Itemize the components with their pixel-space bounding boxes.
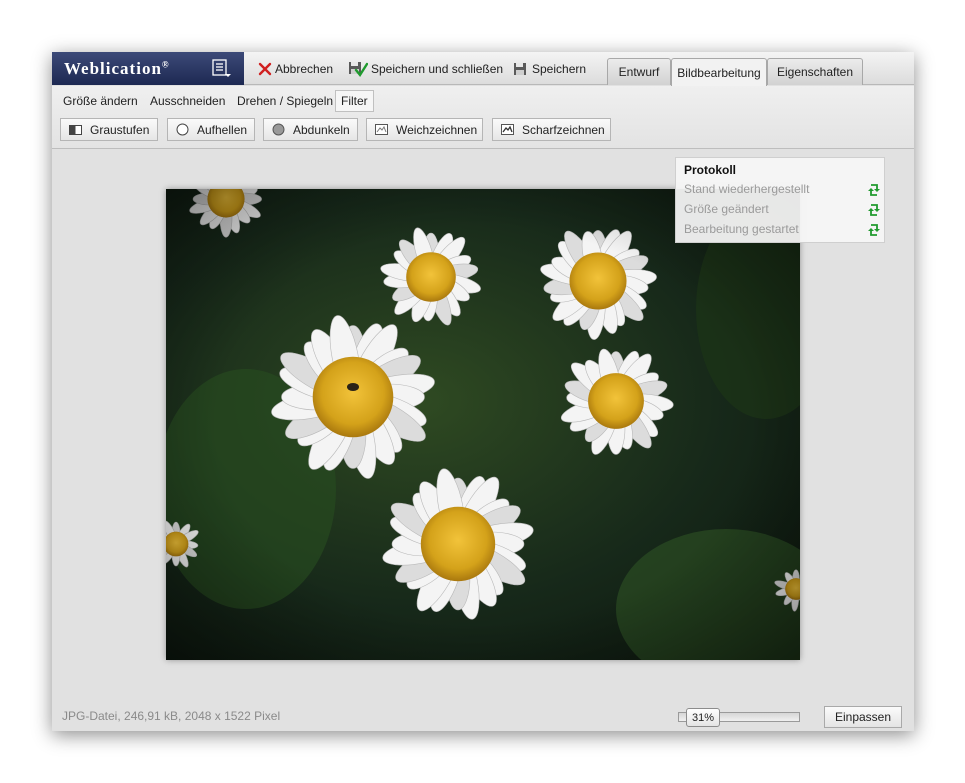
sharpen-icon: [501, 124, 514, 135]
brighten-label: Aufhellen: [197, 122, 248, 137]
tab-entwurf[interactable]: Entwurf: [607, 58, 671, 85]
zoom-slider[interactable]: 31%: [678, 708, 801, 727]
restore-icon[interactable]: [868, 183, 880, 200]
subtab-crop[interactable]: Ausschneiden: [145, 90, 230, 112]
history-panel: Protokoll Stand wiederhergestellt Größe …: [675, 157, 885, 243]
save-label: Speichern: [532, 61, 587, 76]
blur-button[interactable]: Weichzeichnen: [366, 118, 483, 141]
grayscale-button[interactable]: Graustufen: [60, 118, 158, 141]
sharpen-label: Scharfzeichnen: [522, 122, 605, 137]
blur-label: Weichzeichnen: [396, 122, 478, 137]
cancel-label: Abbrechen: [275, 61, 334, 76]
menu-icon[interactable]: [210, 58, 234, 80]
history-item-label: Größe geändert: [684, 202, 769, 216]
logo-text: Weblication®: [64, 59, 170, 78]
darken-label: Abdunkeln: [293, 122, 350, 137]
blur-icon: [375, 124, 388, 135]
grayscale-icon: [69, 124, 82, 135]
history-title: Protokoll: [684, 163, 737, 177]
brighten-icon: [176, 123, 189, 136]
save-close-label: Speichern und schließen: [371, 61, 504, 76]
restore-icon[interactable]: [868, 203, 880, 220]
cancel-button[interactable]: Abbrechen: [258, 52, 333, 85]
sharpen-button[interactable]: Scharfzeichnen: [492, 118, 611, 141]
close-icon: [258, 62, 272, 76]
history-item-label: Bearbeitung gestartet: [684, 222, 799, 236]
tab-entwurf-label: Entwurf: [618, 65, 660, 79]
restore-icon[interactable]: [868, 223, 880, 240]
filter-toolbar: Größe ändern Ausschneiden Drehen / Spieg…: [52, 86, 914, 149]
save-close-button[interactable]: Speichern und schließen: [348, 52, 503, 85]
logo: Weblication®: [52, 52, 244, 85]
daisy-photo: [166, 189, 800, 660]
history-item[interactable]: Größe geändert: [684, 202, 880, 220]
save-icon: [513, 62, 527, 76]
fit-button[interactable]: Einpassen: [824, 706, 902, 728]
top-toolbar: Weblication® Abbrechen Speichern und sch…: [52, 52, 914, 86]
subtab-resize[interactable]: Größe ändern: [58, 90, 143, 112]
darken-icon: [272, 123, 285, 136]
tab-eigenschaften[interactable]: Eigenschaften: [767, 58, 863, 85]
subtab-filter[interactable]: Filter: [335, 90, 374, 112]
tab-eigenschaften-label: Eigenschaften: [776, 65, 854, 79]
save-check-icon: [348, 60, 368, 78]
subtab-rotate-flip[interactable]: Drehen / Spiegeln: [232, 90, 338, 112]
grayscale-label: Graustufen: [90, 122, 150, 137]
brighten-button[interactable]: Aufhellen: [167, 118, 255, 141]
zoom-handle[interactable]: 31%: [686, 708, 720, 727]
history-item[interactable]: Stand wiederhergestellt: [684, 182, 880, 200]
file-info: JPG-Datei, 246,91 kB, 2048 x 1522 Pixel: [62, 709, 281, 723]
edited-image[interactable]: [166, 189, 800, 660]
tab-bildbearbeitung-label: Bildbearbeitung: [677, 65, 761, 80]
history-item[interactable]: Bearbeitung gestartet: [684, 222, 880, 240]
save-button[interactable]: Speichern: [513, 52, 586, 85]
darken-button[interactable]: Abdunkeln: [263, 118, 358, 141]
tab-bildbearbeitung[interactable]: Bildbearbeitung: [671, 58, 767, 86]
history-item-label: Stand wiederhergestellt: [684, 182, 810, 196]
image-editor-window: Weblication® Abbrechen Speichern und sch…: [52, 52, 914, 731]
